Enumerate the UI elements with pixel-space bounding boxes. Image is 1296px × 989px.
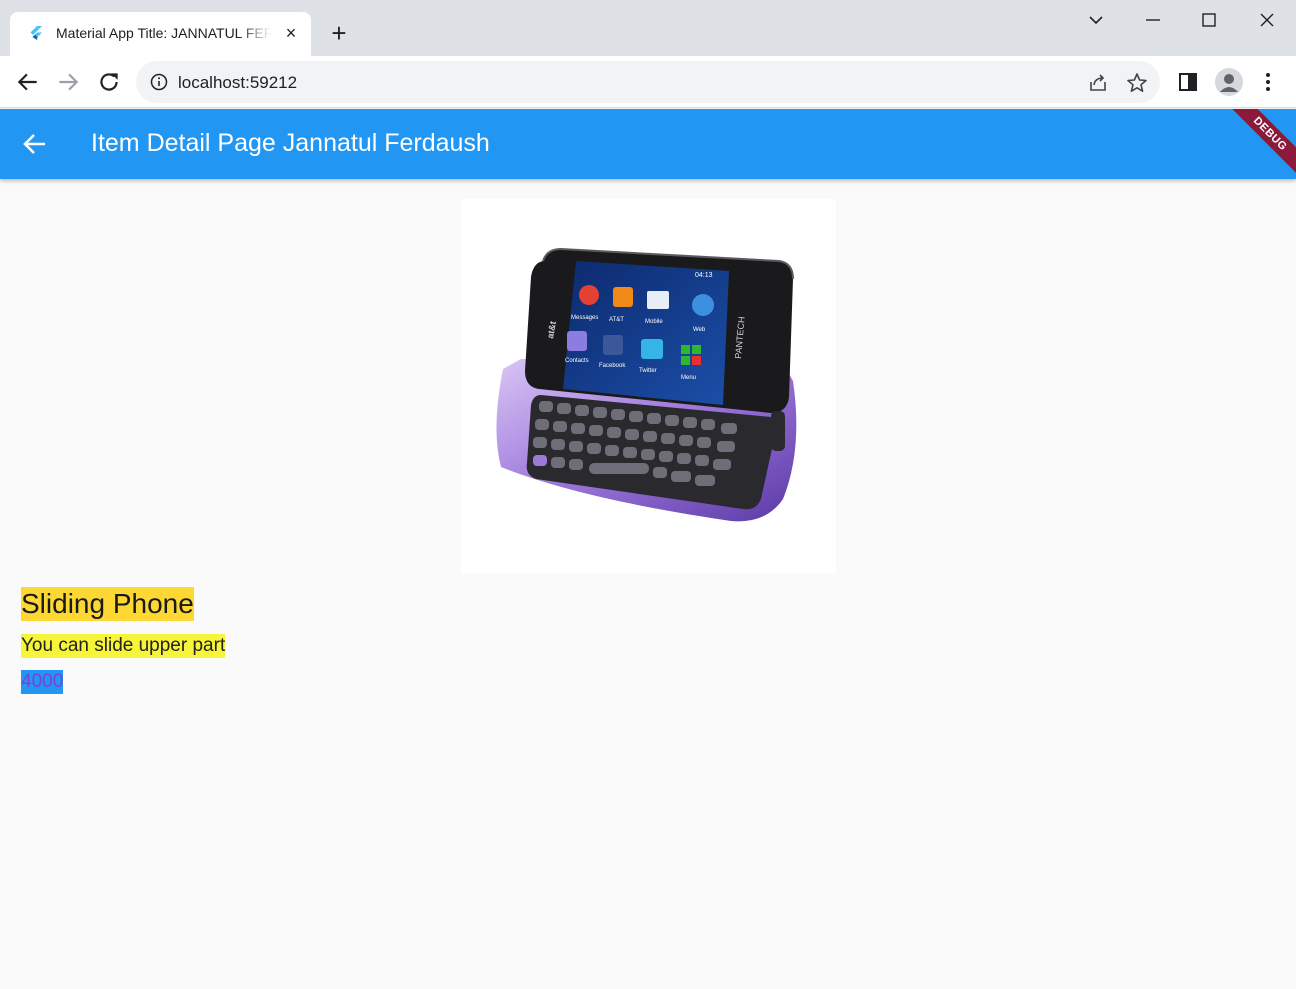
flutter-icon (30, 26, 42, 40)
close-window-icon[interactable] (1255, 8, 1279, 32)
product-description: You can slide upper part (21, 634, 226, 658)
back-nav-icon[interactable] (15, 69, 41, 95)
back-arrow-icon[interactable] (22, 131, 48, 157)
share-icon[interactable] (1087, 72, 1109, 94)
url-text[interactable]: localhost:59212 (178, 73, 297, 93)
product-name: Sliding Phone (21, 587, 194, 621)
minimize-icon[interactable] (1141, 8, 1165, 32)
person-icon (1220, 74, 1238, 92)
svg-text:04:13: 04:13 (695, 272, 713, 279)
page-title: Item Detail Page Jannatul Ferdaush (91, 129, 490, 157)
product-image: Messages AT&T Mobile Web Contacts Facebo… (461, 199, 836, 574)
svg-text:Facebook: Facebook (599, 363, 626, 369)
forward-nav-icon[interactable] (55, 69, 81, 95)
tab-title: Material App Title: JANNATUL FERDAUSH (56, 25, 271, 41)
svg-text:Contacts: Contacts (565, 358, 589, 364)
maximize-icon[interactable] (1197, 8, 1221, 32)
side-panel-icon[interactable] (1177, 71, 1199, 93)
info-icon[interactable] (150, 73, 168, 91)
svg-text:Twitter: Twitter (639, 368, 657, 374)
browser-tab[interactable]: Material App Title: JANNATUL FERDAUSH × (10, 12, 311, 56)
browser-toolbar: localhost:59212 (0, 56, 1296, 108)
app-bar: Item Detail Page Jannatul Ferdaush DEBUG (0, 109, 1296, 179)
bookmark-star-icon[interactable] (1126, 72, 1148, 94)
tab-search-icon[interactable] (1084, 8, 1108, 32)
address-bar[interactable]: localhost:59212 (136, 61, 1160, 103)
svg-text:Mobile: Mobile (645, 319, 663, 325)
svg-text:Web: Web (693, 327, 706, 333)
svg-text:Messages: Messages (571, 315, 598, 321)
tab-strip: Material App Title: JANNATUL FERDAUSH × … (0, 0, 1296, 56)
detail-content: Messages AT&T Mobile Web Contacts Facebo… (0, 179, 1296, 989)
product-price: 4000 (21, 670, 64, 694)
profile-avatar[interactable] (1215, 68, 1243, 96)
svg-text:AT&T: AT&T (609, 317, 624, 323)
svg-text:Menu: Menu (681, 375, 696, 381)
new-tab-button[interactable]: + (326, 20, 352, 46)
sliding-phone-illustration: Messages AT&T Mobile Web Contacts Facebo… (496, 247, 797, 522)
more-menu-icon[interactable] (1258, 70, 1278, 94)
debug-banner: DEBUG (1221, 109, 1296, 179)
close-tab-icon[interactable]: × (282, 24, 300, 42)
reload-icon[interactable] (96, 69, 122, 95)
